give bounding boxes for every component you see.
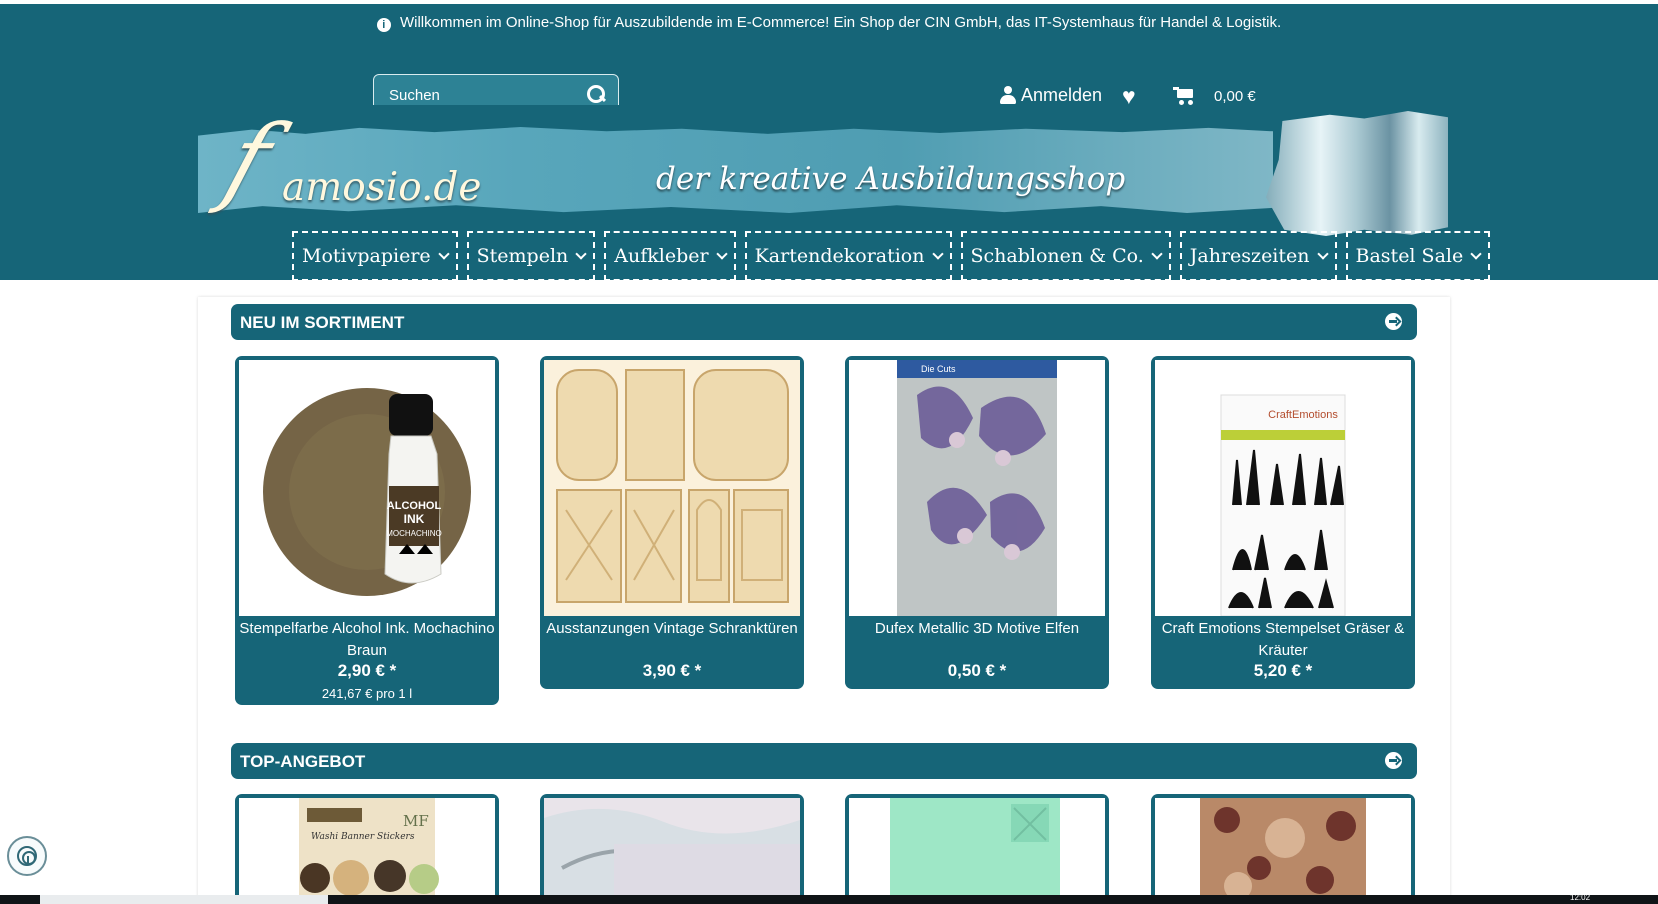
fingerprint-icon <box>17 846 37 866</box>
chevron-down-icon <box>931 247 944 260</box>
floral-paper-image <box>1155 798 1411 904</box>
cookie-settings-button[interactable] <box>7 836 47 876</box>
product-name[interactable]: Craft Emotions Stempelset Gräser & Kräut… <box>1154 618 1412 662</box>
grass-stamp-image: CraftEmotions <box>1155 360 1411 616</box>
product-card[interactable] <box>540 794 804 904</box>
nav-item-stempeln[interactable]: Stempeln <box>466 231 596 281</box>
nav-item-jahreszeiten[interactable]: Jahreszeiten <box>1179 231 1337 281</box>
taskbar-preview[interactable] <box>40 895 328 904</box>
section-title: TOP-ANGEBOT <box>240 752 366 771</box>
svg-text:INK: INK <box>404 512 425 526</box>
arrow-right-icon[interactable] <box>1385 752 1402 769</box>
product-card[interactable]: Ausstanzungen Vintage Schranktüren 3,90 … <box>540 356 804 689</box>
site-header: i Willkommen im Online-Shop für Auszubil… <box>0 4 1658 281</box>
main-navigation: Motivpapiere Stempeln Aufkleber Kartende… <box>292 231 1491 281</box>
fairy-cutouts-image: Die Cuts <box>849 360 1105 616</box>
shop-page: i Willkommen im Online-Shop für Auszubil… <box>0 0 1658 904</box>
taskbar: 12:02 <box>0 893 1658 904</box>
pastel-paper-image <box>544 798 800 904</box>
svg-text:CraftEmotions: CraftEmotions <box>1268 409 1338 421</box>
product-image[interactable]: CraftEmotions <box>1155 360 1411 616</box>
product-card[interactable]: Die Cuts Dufex Metallic 3D Motive Elfen … <box>845 356 1109 689</box>
product-card[interactable]: Washi Banner Stickers MF <box>235 794 499 904</box>
notice-bar: i Willkommen im Online-Shop für Auszubil… <box>0 14 1658 32</box>
alcohol-ink-image: ALCOHOL INK MOCHACHINO <box>263 388 471 596</box>
nav-item-kartendekoration[interactable]: Kartendekoration <box>744 231 952 281</box>
chevron-down-icon <box>1316 247 1329 260</box>
svg-text:MOCHACHINO: MOCHACHINO <box>386 529 442 538</box>
chevron-down-icon <box>575 247 587 260</box>
login-label: Anmelden <box>1021 84 1103 105</box>
unit-price: 241,67 € pro 1 l <box>321 686 413 701</box>
product-card[interactable] <box>845 794 1109 904</box>
login-link[interactable]: Anmelden <box>1000 84 1102 106</box>
chevron-down-icon <box>1151 247 1163 260</box>
product-name[interactable]: Stempelfarbe Alcohol Ink. Mochachino Bra… <box>238 618 496 662</box>
famosio-logo[interactable]: f amosio.de <box>213 105 482 230</box>
svg-text:Washi Banner Stickers: Washi Banner Stickers <box>311 832 415 842</box>
nav-item-bastel-sale[interactable]: Bastel Sale <box>1345 231 1491 281</box>
product-price: 2,90 € * <box>337 661 397 680</box>
nav-item-schablonen[interactable]: Schablonen & Co. <box>960 231 1171 281</box>
chevron-down-icon <box>1470 247 1482 260</box>
user-icon <box>1000 86 1016 104</box>
product-image[interactable]: Die Cuts <box>849 360 1105 616</box>
product-price: 5,20 € * <box>1253 661 1313 680</box>
section-header-top[interactable]: TOP-ANGEBOT <box>231 743 1417 779</box>
arrow-right-icon[interactable] <box>1385 313 1402 330</box>
product-card[interactable]: CraftEmotions Craft Emotions Stempelset … <box>1151 356 1415 689</box>
svg-text:Die Cuts: Die Cuts <box>921 364 956 374</box>
notice-text: Willkommen im Online-Shop für Auszubilde… <box>399 14 1282 31</box>
product-image[interactable] <box>544 798 800 904</box>
svg-text:MF: MF <box>403 812 429 830</box>
product-image[interactable]: ALCOHOL INK MOCHACHINO <box>239 360 495 616</box>
product-card[interactable] <box>1151 794 1415 904</box>
product-card[interactable]: ALCOHOL INK MOCHACHINO Stempelfarbe Alco… <box>235 356 499 705</box>
product-name[interactable]: Dufex Metallic 3D Motive Elfen <box>848 618 1106 640</box>
search-icon[interactable] <box>587 85 609 107</box>
cart-total[interactable]: 0,00 € <box>1214 88 1256 105</box>
main-content: NEU IM SORTIMENT ALCOHOL INK MOCHACHINO … <box>198 297 1450 904</box>
vintage-doors-image <box>544 360 800 616</box>
product-image[interactable]: Washi Banner Stickers MF <box>239 798 495 904</box>
nav-item-aufkleber[interactable]: Aufkleber <box>604 231 736 281</box>
heart-icon[interactable]: ♥ <box>1122 85 1136 108</box>
brand-banner: f amosio.de der kreative Ausbildungsshop <box>198 105 1448 247</box>
chevron-down-icon <box>437 247 450 260</box>
product-image[interactable] <box>849 798 1105 904</box>
chevron-down-icon <box>715 247 728 260</box>
product-price: 0,50 € * <box>947 661 1007 680</box>
paper-scroll-decoration <box>1266 111 1448 236</box>
info-icon: i <box>376 18 391 32</box>
product-price: 3,90 € * <box>642 661 702 680</box>
product-image[interactable] <box>1155 798 1411 904</box>
svg-text:ALCOHOL: ALCOHOL <box>387 500 442 512</box>
cart-icon[interactable] <box>1173 85 1195 105</box>
washi-sticker-image: Washi Banner Stickers MF <box>299 798 439 904</box>
section-title: NEU IM SORTIMENT <box>240 313 405 332</box>
mint-embossing-image <box>849 798 1105 904</box>
taskbar-time: 12:02 <box>1570 893 1591 902</box>
product-image[interactable] <box>544 360 800 616</box>
section-header-new[interactable]: NEU IM SORTIMENT <box>231 304 1417 340</box>
nav-item-motivpapiere[interactable]: Motivpapiere <box>292 231 458 281</box>
product-name[interactable]: Ausstanzungen Vintage Schranktüren <box>543 618 801 640</box>
shop-slogan: der kreative Ausbildungsshop <box>656 161 1126 197</box>
